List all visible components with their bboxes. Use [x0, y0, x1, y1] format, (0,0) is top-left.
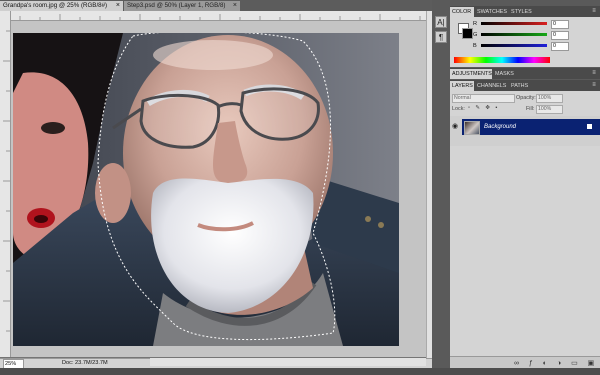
tab-swatches[interactable]: SWATCHES [475, 7, 508, 17]
blue-value-field[interactable]: 0 [551, 42, 569, 51]
ruler-ticks [19, 14, 421, 20]
panel-menu-icon[interactable]: ≡ [590, 7, 598, 15]
document-canvas[interactable] [13, 33, 399, 346]
red-channel-slider[interactable]: R 0 [473, 20, 593, 29]
close-icon[interactable]: × [233, 1, 237, 11]
ruler-ticks [3, 30, 10, 332]
character-icon[interactable]: A| [435, 16, 447, 28]
opacity-label: Opacity: [516, 95, 536, 101]
panel-dock: A| ¶ [432, 0, 450, 368]
bottom-strip [0, 368, 600, 375]
channel-label: R [473, 21, 478, 27]
horizontal-scrollbar[interactable] [150, 358, 426, 366]
channel-label: B [473, 43, 477, 49]
panel-menu-icon[interactable]: ≡ [590, 69, 598, 77]
document-tab-bar: Grandpa's room.jpg @ 25% (RGB/8#) × Step… [0, 0, 432, 11]
lock-icon [587, 124, 592, 129]
man-ear [95, 163, 131, 223]
doc-size-info[interactable]: Doc: 23.7M/23.7M [62, 359, 108, 368]
right-panels: COLOR SWATCHES STYLES ≡ R 0 G 0 B 0 ADJU… [450, 0, 600, 375]
color-spectrum-ramp[interactable] [454, 57, 550, 63]
blend-mode-select[interactable]: Normal [452, 94, 515, 103]
panel-menu-icon[interactable]: ≡ [590, 81, 598, 89]
tab-channels[interactable]: CHANNELS [475, 81, 508, 91]
tab-paths[interactable]: PATHS [509, 81, 533, 91]
foreground-color-swatch[interactable] [462, 28, 473, 39]
paragraph-icon[interactable]: ¶ [435, 31, 447, 43]
color-panel: R 0 G 0 B 0 [450, 17, 600, 67]
close-icon[interactable]: × [116, 1, 120, 11]
green-channel-slider[interactable]: G 0 [473, 31, 593, 40]
tab-step3[interactable]: Step3.psd @ 50% (Layer 1, RGB/8) × [124, 1, 240, 11]
blue-channel-slider[interactable]: B 0 [473, 42, 593, 51]
red-value-field[interactable]: 0 [551, 20, 569, 29]
horizontal-ruler[interactable] [10, 11, 426, 21]
tab-layers[interactable]: LAYERS [450, 81, 474, 91]
document-area: Grandpa's room.jpg @ 25% (RGB/8#) × Step… [0, 0, 433, 375]
adjustments-panel-tabs: ADJUSTMENTS MASKS ≡ [450, 68, 600, 79]
layers-panel: Normal Opacity: 100% Lock: ▫ ✎ ✥ ▪ Fill:… [450, 91, 600, 375]
layers-panel-tabs: LAYERS CHANNELS PATHS ≡ [450, 80, 600, 91]
layer-row-background[interactable]: ◉ Background [452, 119, 600, 135]
woman-eye [41, 122, 65, 134]
lock-label: Lock: [452, 106, 465, 112]
tab-color[interactable]: COLOR [450, 7, 474, 17]
opacity-field[interactable]: 100% [536, 94, 563, 103]
channel-label: G [473, 32, 478, 38]
tab-masks[interactable]: MASKS [493, 69, 517, 79]
layer-thumbnail [464, 121, 480, 135]
tab-label: Step3.psd @ 50% (Layer 1, RGB/8) [127, 2, 226, 9]
lock-icons[interactable]: ▫ ✎ ✥ ▪ [468, 105, 499, 111]
fill-field[interactable]: 100% [536, 105, 563, 114]
green-value-field[interactable]: 0 [551, 31, 569, 40]
eye-icon[interactable]: ◉ [452, 123, 460, 131]
layer-name: Background [484, 124, 517, 130]
color-panel-tabs: COLOR SWATCHES STYLES ≡ [450, 6, 600, 17]
tab-styles[interactable]: STYLES [509, 7, 535, 17]
vertical-ruler[interactable] [0, 11, 11, 357]
fill-label: Fill: [526, 106, 535, 112]
tab-label: Grandpa's room.jpg @ 25% (RGB/8#) [3, 2, 108, 9]
tab-adjustments[interactable]: ADJUSTMENTS [450, 69, 492, 79]
tab-grandpas-room[interactable]: Grandpa's room.jpg @ 25% (RGB/8#) × [0, 1, 123, 11]
